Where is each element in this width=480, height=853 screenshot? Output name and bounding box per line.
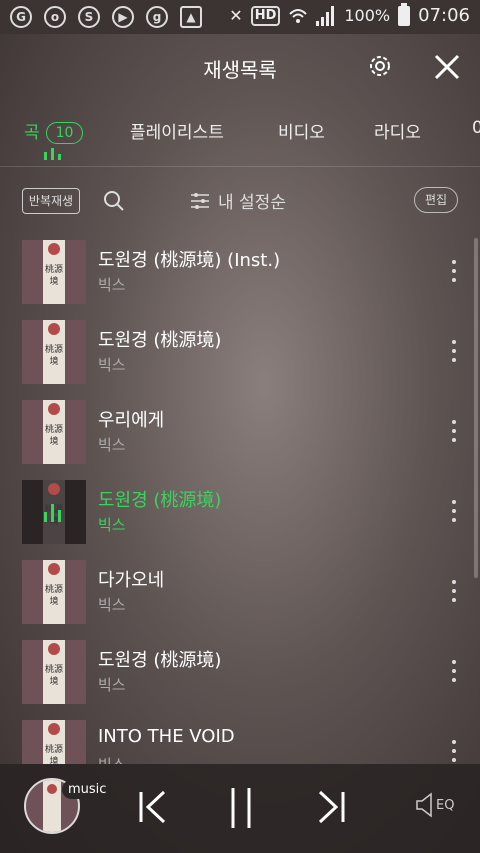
scrollbar[interactable]: [474, 238, 478, 578]
album-art: 桃源境: [22, 480, 86, 544]
edit-button[interactable]: 편집: [414, 187, 458, 213]
notification-o-icon: o: [44, 6, 66, 28]
album-title-glyph: 桃源境: [45, 665, 64, 687]
album-art: 桃源境: [22, 320, 86, 384]
notification-g2-icon: g: [146, 6, 168, 28]
page-title: 재생목록: [203, 58, 277, 82]
more-options-icon[interactable]: [452, 660, 456, 682]
mute-icon: ✕: [229, 6, 243, 25]
song-title: 도원경 (桃源境) (Inst.): [98, 250, 281, 271]
song-artist: 빅스: [98, 516, 126, 534]
eq-button[interactable]: EQ: [415, 792, 454, 818]
mini-player: music EQ: [0, 764, 480, 853]
album-art: 桃源境: [22, 640, 86, 704]
tab-songs-label: 곡: [24, 123, 40, 143]
song-row[interactable]: 桃源境 우리에게빅스: [0, 394, 480, 474]
battery-icon: [398, 2, 411, 26]
tab-radio[interactable]: 라디오: [374, 118, 421, 143]
more-options-icon[interactable]: [452, 340, 456, 362]
song-title: 우리에게: [98, 410, 165, 431]
list-toolbar: 반복재생 내 설정순 편집: [0, 166, 480, 234]
pause-icon[interactable]: [228, 786, 254, 830]
song-title: INTO THE VOID: [98, 726, 235, 747]
music-tag: music: [62, 780, 113, 799]
repeat-button[interactable]: 반복재생: [22, 188, 80, 214]
song-row[interactable]: 桃源境 도원경 (桃源境) 빅스: [0, 314, 480, 394]
album-art: 桃源境: [22, 560, 86, 624]
sliders-icon: [191, 192, 209, 209]
tab-songs[interactable]: 곡 10: [24, 118, 84, 144]
status-bar: G o S ▶ g ▲ ✕ HD 100% 07:06: [0, 0, 480, 34]
song-artist: 빅스: [98, 596, 126, 614]
sort-button[interactable]: 내 설정순: [190, 188, 286, 213]
song-title: 다가오네: [98, 570, 165, 591]
notification-s-icon: S: [78, 6, 100, 28]
image-notification-icon: ▲: [180, 6, 202, 28]
tab-bar: 곡 10 플레이리스트 비디오 라디오 0: [0, 100, 480, 167]
clock: 07:06: [418, 5, 470, 26]
album-title-glyph: 桃源境: [45, 265, 64, 287]
hd-icon: HD: [250, 5, 281, 26]
song-row[interactable]: 桃源境 다가오네빅스: [0, 554, 480, 634]
more-options-icon[interactable]: [452, 740, 456, 762]
song-title: 도원경 (桃源境): [98, 490, 222, 511]
song-title: 도원경 (桃源境): [98, 650, 222, 671]
speaker-icon: [416, 792, 432, 818]
close-icon[interactable]: [434, 54, 460, 80]
song-artist: 빅스: [98, 676, 126, 694]
tab-more[interactable]: 0: [472, 118, 480, 138]
song-title: 도원경 (桃源境): [98, 330, 222, 351]
album-title-glyph: 桃源境: [45, 585, 64, 607]
tab-playlist[interactable]: 플레이리스트: [130, 118, 224, 143]
next-track-icon[interactable]: [316, 790, 346, 824]
header: 재생목록: [0, 34, 480, 100]
album-title-glyph: 桃源境: [45, 745, 64, 764]
more-options-icon[interactable]: [452, 420, 456, 442]
play-notification-icon: ▶: [112, 6, 134, 28]
song-row[interactable]: 桃源境 도원경 (桃源境) 빅스: [0, 634, 480, 714]
now-playing-bars-icon: [44, 502, 64, 522]
song-row[interactable]: 桃源境 도원경 (桃源境) (Inst.) 빅스: [0, 234, 480, 314]
eq-label: EQ: [436, 797, 455, 813]
song-artist: 빅스: [98, 356, 126, 374]
more-options-icon[interactable]: [452, 260, 456, 282]
album-title-glyph: 桃源境: [45, 425, 64, 447]
settings-gear-icon[interactable]: [366, 52, 394, 80]
search-icon[interactable]: [103, 190, 125, 212]
album-art: 桃源境: [22, 240, 86, 304]
album-title-glyph: 桃源境: [45, 345, 64, 367]
album-art: 桃源境: [22, 400, 86, 464]
song-row[interactable]: 桃源境 INTO THE VOID 빅스: [0, 714, 480, 764]
wifi-icon: [289, 8, 308, 23]
signal-icon: [316, 5, 336, 26]
notification-g-icon: G: [10, 6, 32, 28]
tab-video[interactable]: 비디오: [278, 118, 325, 143]
sort-label: 내 설정순: [218, 193, 286, 213]
song-artist: 빅스: [98, 436, 126, 454]
tab-active-indicator-icon: [44, 148, 62, 160]
more-options-icon[interactable]: [452, 500, 456, 522]
battery-percent: 100%: [344, 6, 391, 25]
more-options-icon[interactable]: [452, 580, 456, 602]
song-artist: 빅스: [98, 276, 126, 294]
song-artist: 빅스: [98, 754, 126, 764]
song-row[interactable]: 桃源境 도원경 (桃源境) 빅스: [0, 474, 480, 554]
song-list[interactable]: 桃源境 도원경 (桃源境) (Inst.) 빅스 桃源境 도원경 (桃源境) 빅스 桃源境 우…: [0, 234, 480, 764]
album-art: 桃源境: [22, 720, 86, 764]
song-count-badge: 10: [45, 122, 84, 144]
previous-track-icon[interactable]: [138, 790, 168, 824]
